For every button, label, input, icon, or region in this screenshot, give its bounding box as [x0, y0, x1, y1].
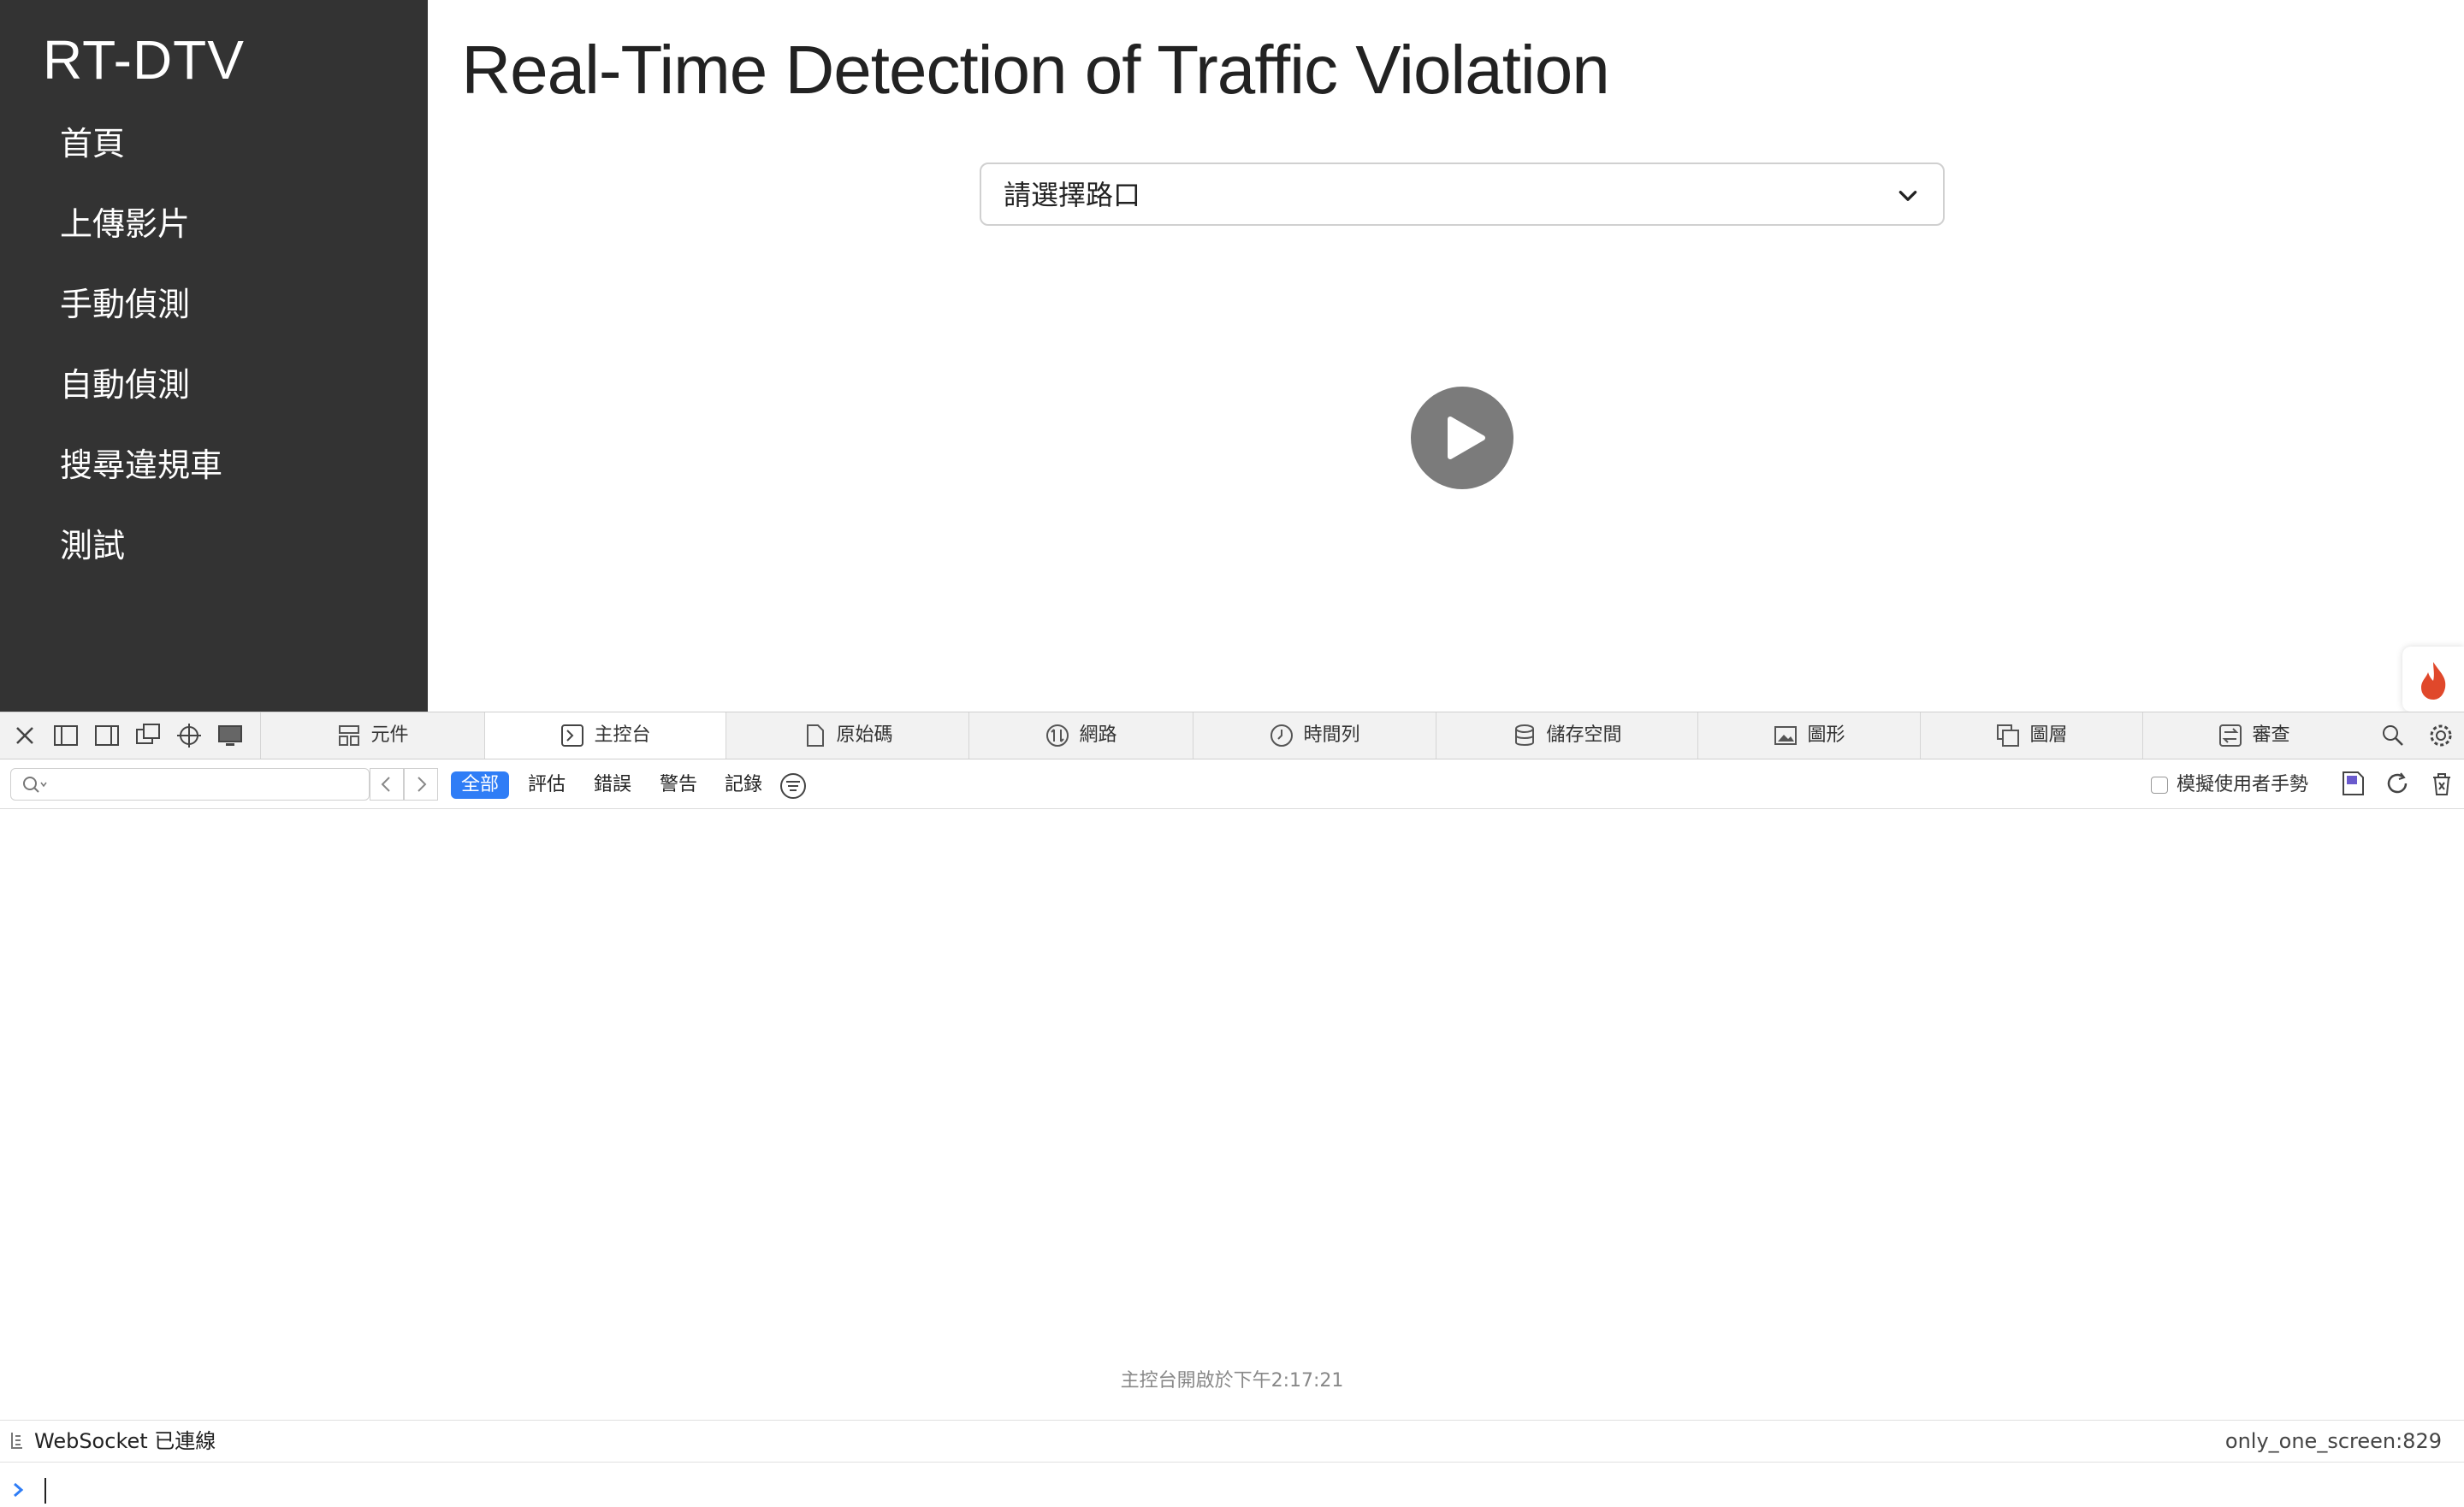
clear-console-icon[interactable]	[2428, 770, 2455, 797]
log-entry-icon	[11, 1433, 22, 1449]
play-icon	[1448, 417, 1485, 459]
devtools-tab-network[interactable]: 網路	[968, 712, 1193, 759]
sidebar-item-home[interactable]: 首頁	[60, 120, 222, 200]
devtools-tab-elements[interactable]: 元件	[260, 712, 484, 759]
mimic-user-gesture-toggle[interactable]: 模擬使用者手勢	[2151, 771, 2308, 799]
console-right-controls	[2339, 770, 2455, 797]
tab-label: 主控台	[594, 724, 651, 746]
chevron-right-icon	[418, 777, 427, 792]
tab-label: 儲存空間	[1546, 724, 1622, 746]
filter-warnings[interactable]: 警告	[649, 771, 708, 799]
mimic-user-gesture-label: 模擬使用者手勢	[2177, 774, 2309, 795]
layers-icon	[1997, 724, 2020, 747]
console-log-entry: WebSocket 已連線 only_one_screen:829	[0, 1420, 2464, 1463]
network-icon	[1046, 724, 1069, 747]
detach-window-icon[interactable]	[133, 721, 163, 750]
audit-icon	[2219, 724, 2242, 747]
devtools-tabbar: 元件 主控台 原始碼 網路 時間列 儲存空間 圖形 圖層 審查	[0, 712, 2464, 759]
filter-evaluations[interactable]: 評估	[518, 771, 576, 799]
devtools-right-controls	[2378, 721, 2455, 750]
devtools-tab-sources[interactable]: 原始碼	[726, 712, 968, 759]
console-icon	[561, 724, 584, 747]
tab-label: 圖形	[1807, 724, 1845, 746]
intersection-select[interactable]: 請選擇路口	[980, 163, 1945, 226]
sidebar-item-upload-video[interactable]: 上傳影片	[60, 200, 222, 281]
sidebar-item-auto-detect[interactable]: 自動偵測	[60, 361, 222, 441]
devtools-tab-layers[interactable]: 圖層	[1920, 712, 2142, 759]
devtools-panel: 元件 主控台 原始碼 網路 時間列 儲存空間 圖形 圖層 審查 全部 評估 錯誤…	[0, 712, 2464, 1504]
refresh-icon[interactable]	[2384, 770, 2411, 797]
devtools-tab-timeline[interactable]: 時間列	[1193, 712, 1436, 759]
intersection-select-value: 請選擇路口	[1004, 179, 1141, 211]
flame-icon	[2421, 662, 2446, 700]
sources-icon	[807, 724, 825, 747]
flame-extension-button[interactable]	[2402, 647, 2464, 712]
devtools-tab-graphics[interactable]: 圖形	[1697, 712, 1920, 759]
tab-label: 圖層	[2029, 724, 2068, 746]
tab-label: 原始碼	[836, 724, 893, 746]
video-play-button[interactable]	[1411, 387, 1513, 489]
sidebar-item-manual-detect[interactable]: 手動偵測	[60, 281, 222, 361]
chevron-left-icon	[381, 777, 390, 792]
mimic-user-gesture-checkbox[interactable]	[2151, 777, 2168, 794]
filter-errors[interactable]: 錯誤	[583, 771, 642, 799]
devtools-tab-console[interactable]: 主控台	[484, 712, 726, 759]
filter-options-icon[interactable]	[779, 771, 808, 801]
inspect-target-icon[interactable]	[175, 721, 204, 750]
console-filterbar: 全部 評估 錯誤 警告 記錄 模擬使用者手勢	[0, 759, 2464, 809]
graphics-icon	[1774, 726, 1798, 745]
console-opened-timestamp: 主控台開啟於下午2:17:21	[1120, 1370, 1344, 1392]
text-cursor	[44, 1478, 46, 1504]
tab-label: 審查	[2252, 724, 2290, 746]
device-monitor-icon[interactable]	[216, 721, 245, 750]
console-filter-input[interactable]	[10, 768, 370, 801]
filter-next-button[interactable]	[404, 768, 438, 801]
devtools-window-controls	[10, 721, 245, 752]
gear-icon[interactable]	[2426, 721, 2455, 750]
dock-right-icon[interactable]	[92, 721, 121, 750]
console-log-source-link[interactable]: only_one_screen:829	[2225, 1421, 2442, 1462]
devtools-tab-storage[interactable]: 儲存空間	[1436, 712, 1697, 759]
chevron-right-icon	[14, 1482, 24, 1498]
timeline-icon	[1270, 724, 1294, 747]
elements-icon	[339, 725, 360, 746]
filter-all[interactable]: 全部	[451, 771, 510, 799]
search-icon[interactable]	[2378, 721, 2408, 750]
filter-logs[interactable]: 記錄	[714, 771, 773, 799]
search-icon	[23, 777, 47, 793]
storage-icon	[1515, 724, 1535, 746]
console-log-message: WebSocket 已連線	[34, 1429, 216, 1453]
javascript-file-icon[interactable]	[2339, 770, 2366, 797]
sidebar-nav: 首頁 上傳影片 手動偵測 自動偵測 搜尋違規車 測試	[60, 120, 222, 602]
tab-label: 網路	[1079, 724, 1117, 746]
filter-prev-button[interactable]	[370, 768, 404, 801]
page-title: Real-Time Detection of Traffic Violation	[461, 32, 1609, 108]
tab-label: 時間列	[1303, 724, 1360, 746]
main-content: Real-Time Detection of Traffic Violation…	[428, 0, 2464, 712]
close-icon[interactable]	[10, 721, 39, 750]
console-prompt-input[interactable]	[10, 1476, 2457, 1507]
console-output: 主控台開啟於下午2:17:21 WebSocket 已連線 only_one_s…	[0, 809, 2464, 1504]
tab-label: 元件	[370, 724, 409, 746]
devtools-tab-audit[interactable]: 審查	[2142, 712, 2365, 759]
dock-left-icon[interactable]	[51, 721, 80, 750]
chevron-down-icon	[1898, 191, 1917, 201]
sidebar-item-search-violators[interactable]: 搜尋違規車	[60, 441, 222, 522]
sidebar-item-test[interactable]: 測試	[60, 522, 222, 602]
